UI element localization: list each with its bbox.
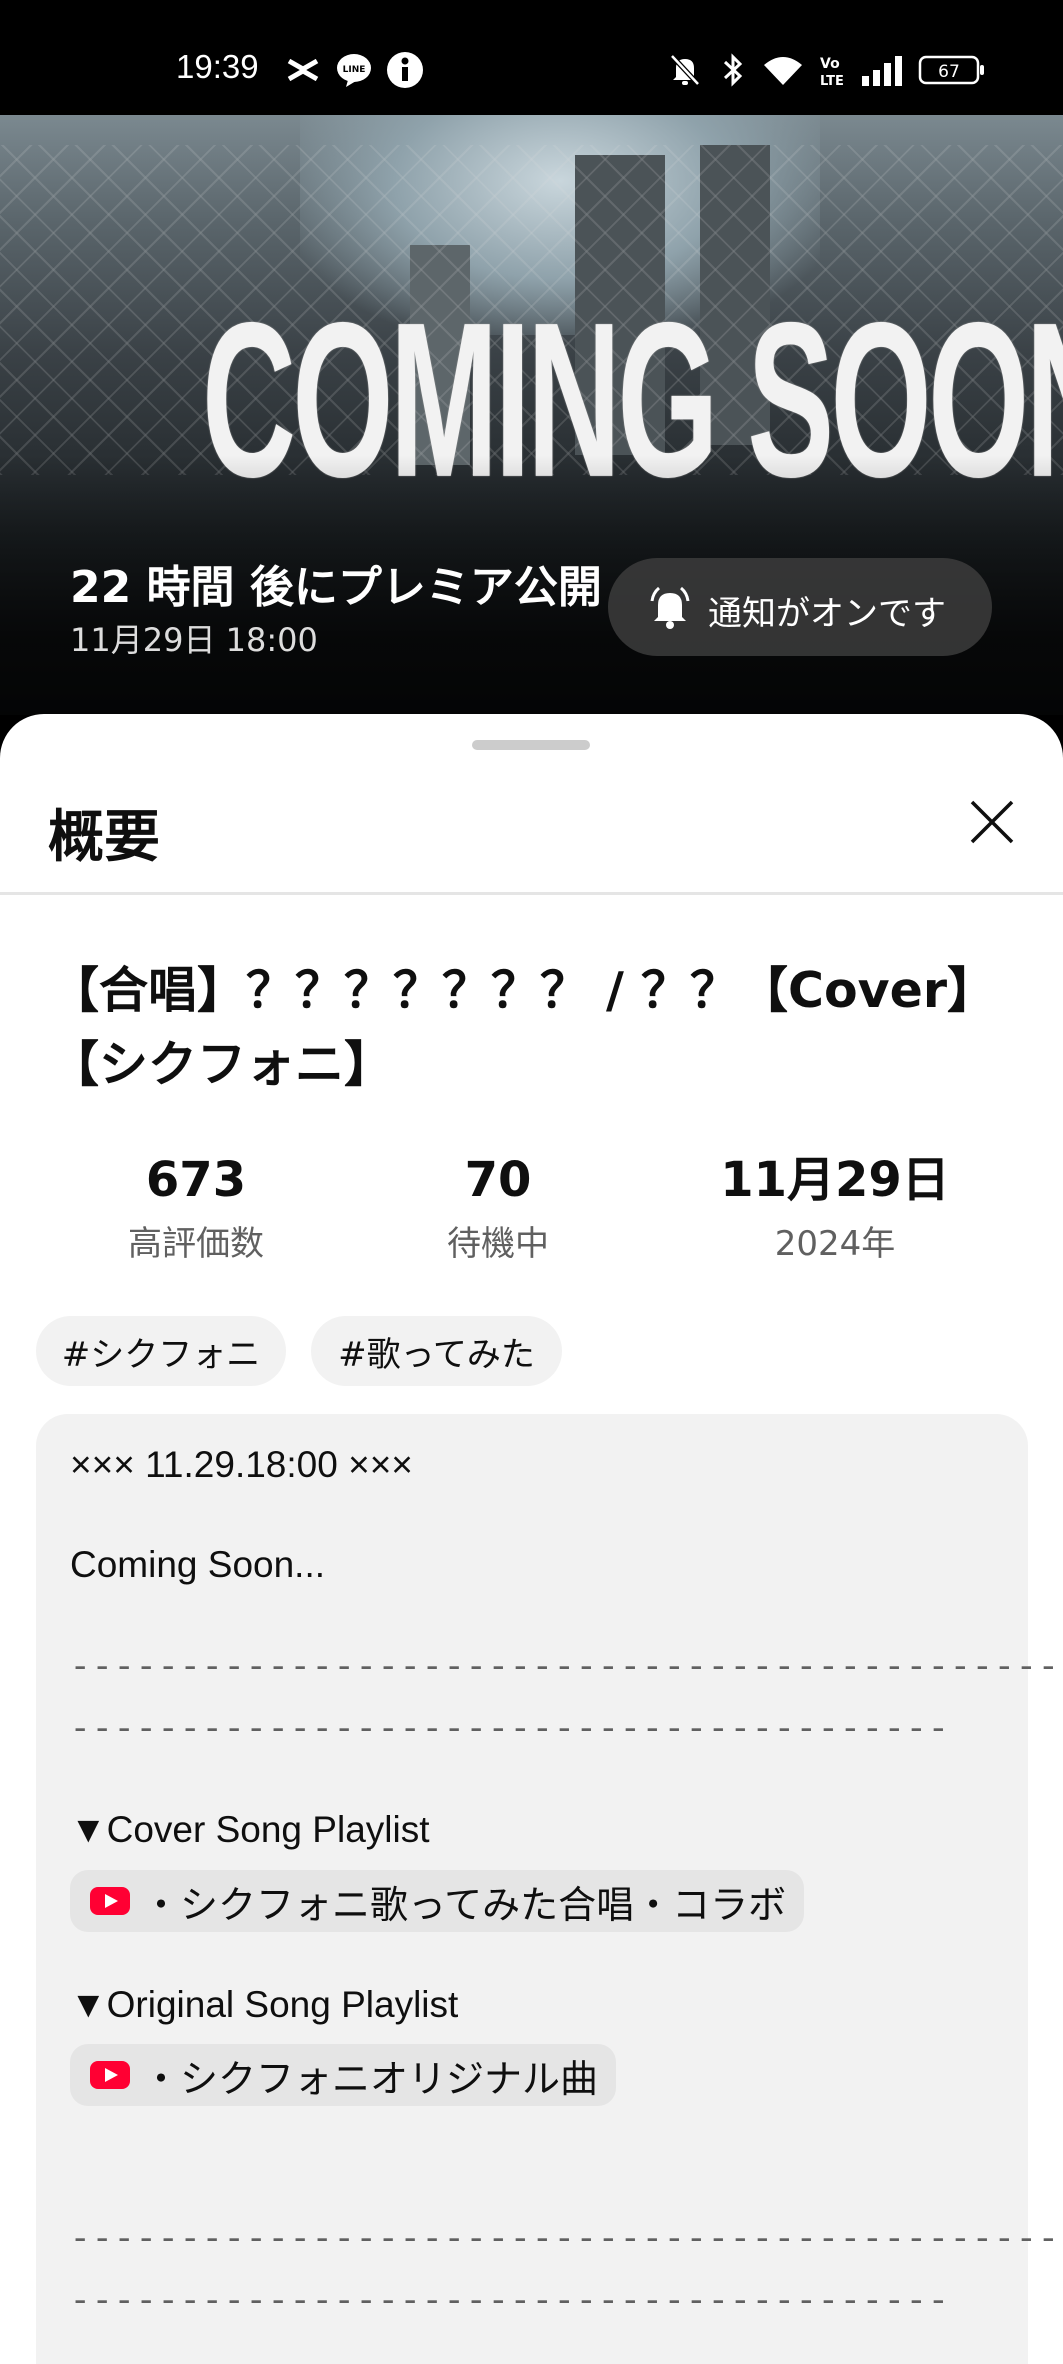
description-line: Coming Soon... [70, 1544, 326, 1585]
line-icon: LINE [336, 52, 372, 88]
description-sheet: 概要 【合唱】？？？？？？？ / ？？【Cover】【シクフォニ】 673 高評… [0, 714, 1063, 2364]
separator-line: ---------------------------------------- [70, 2284, 951, 2322]
cover-playlist-label: ・シクフォニ歌ってみた合唱・コラボ [142, 1882, 787, 1927]
divider [0, 892, 1063, 895]
separator-line: ----------------------------------------… [70, 1650, 1063, 1688]
waiting-count: 70 [464, 1152, 532, 1208]
stat-waiting: 70 待機中 [398, 1152, 598, 1265]
youtube-icon [90, 1887, 130, 1915]
status-bar: 19:39 LINE Vo LTE 67 [0, 0, 1063, 115]
original-playlist-heading: ▼Original Song Playlist [70, 1984, 459, 2025]
svg-text:LINE: LINE [343, 65, 366, 75]
volte-icon: Vo LTE [818, 52, 848, 88]
description-line: ××× 11.29.18:00 ××× [70, 1444, 413, 1485]
premiere-date: 11月29日 18:00 [70, 621, 318, 659]
hashtag-chip[interactable]: #歌ってみた [311, 1316, 562, 1386]
video-title: 【合唱】？？？？？？？ / ？？【Cover】【シクフォニ】 [50, 962, 996, 1093]
separator-line: ---------------------------------------- [70, 1712, 951, 1750]
wifi-icon [762, 52, 804, 88]
drag-handle[interactable] [472, 740, 590, 750]
waiting-label: 待機中 [447, 1224, 549, 1264]
cover-playlist-heading: ▼Cover Song Playlist [70, 1809, 430, 1850]
info-icon [386, 52, 424, 88]
svg-text:Vo: Vo [820, 56, 840, 72]
capcut-icon [286, 52, 320, 88]
description-box: ××× 11.29.18:00 ××× Coming Soon... -----… [36, 1414, 1063, 2364]
notify-button[interactable]: 通知がオンです [608, 558, 992, 656]
premiere-day: 11月29日 [720, 1152, 950, 1208]
stat-likes: 673 高評価数 [96, 1152, 296, 1265]
likes-label: 高評価数 [128, 1224, 264, 1264]
cover-playlist-link[interactable]: ・シクフォニ歌ってみた合唱・コラボ [70, 1870, 805, 1932]
hashtag-chip[interactable]: #シクフォニ [36, 1316, 286, 1386]
battery-icon: 67 [918, 52, 986, 88]
bell-ring-icon [646, 583, 694, 631]
svg-text:LTE: LTE [820, 74, 844, 87]
signal-icon [860, 52, 904, 88]
close-button[interactable] [966, 796, 1018, 848]
video-player[interactable]: COMING SOON 22 時間 後にプレミア公開 11月29日 18:00 … [0, 115, 1063, 715]
youtube-icon [90, 2061, 130, 2089]
sheet-title: 概要 [48, 805, 160, 870]
separator-line: ----------------------------------------… [70, 2222, 1063, 2260]
premiere-title: 22 時間 後にプレミア公開 [70, 562, 602, 613]
premiere-year: 2024年 [774, 1224, 896, 1264]
mute-icon [668, 52, 702, 88]
stat-date: 11月29日 2024年 [700, 1152, 970, 1265]
bluetooth-icon [720, 52, 746, 88]
status-time: 19:39 [176, 48, 259, 85]
close-icon [970, 800, 1014, 844]
battery-level: 67 [938, 62, 960, 82]
original-playlist-label: ・シクフォニオリジナル曲 [142, 2056, 599, 2101]
likes-count: 673 [145, 1152, 247, 1208]
original-playlist-link[interactable]: ・シクフォニオリジナル曲 [70, 2044, 617, 2106]
notify-label: 通知がオンです [708, 594, 946, 634]
